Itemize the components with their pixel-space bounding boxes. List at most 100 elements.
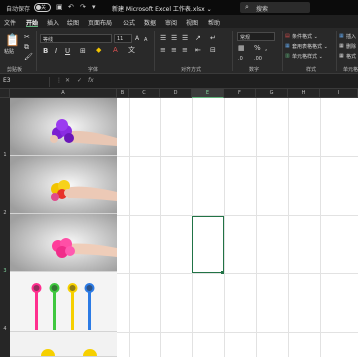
namebox-dropdown-icon[interactable]: ⋮ (56, 77, 62, 84)
tab-help[interactable]: 帮助 (208, 18, 220, 27)
insert-function-icon[interactable]: fx (88, 77, 94, 84)
name-box[interactable]: E3 (2, 77, 50, 87)
orientation-icon[interactable]: ↗ (195, 34, 201, 42)
decrease-font-icon[interactable]: A (144, 36, 147, 44)
tab-draw[interactable]: 绘图 (67, 18, 79, 27)
tab-view[interactable]: 视图 (186, 18, 198, 27)
row-header-1[interactable]: 1 (0, 152, 10, 158)
font-color-icon[interactable]: A (113, 46, 118, 54)
fill-color-icon[interactable]: ◆ (96, 46, 101, 54)
italic-icon[interactable]: I (55, 47, 57, 55)
save-icon[interactable]: ▣ (56, 3, 63, 12)
row-header-4[interactable]: 4 (0, 326, 10, 332)
align-center-icon[interactable]: ≡ (171, 46, 177, 54)
delete-cells-button[interactable]: 删除 (346, 43, 356, 50)
cut-icon[interactable]: ✂ (24, 33, 30, 41)
select-all-corner[interactable] (0, 89, 10, 98)
decrease-decimal-icon[interactable]: .00 (254, 55, 262, 63)
cell-style-button[interactable]: 单元格样式 ⌄ (292, 53, 323, 60)
toy-pens-photo[interactable] (10, 272, 117, 332)
tab-review[interactable]: 审阅 (165, 18, 177, 27)
gridline (160, 98, 161, 357)
underline-icon[interactable]: U (65, 47, 70, 55)
borders-icon[interactable]: ⊞ (80, 47, 86, 55)
column-header-d[interactable]: D (160, 89, 192, 98)
worksheet-grid[interactable] (117, 98, 358, 357)
number-format-select[interactable]: 常规 (237, 32, 275, 41)
format-cells-icon[interactable]: ▦ (339, 52, 344, 60)
format-painter-icon[interactable]: 🖌 (24, 53, 33, 61)
selected-cell[interactable] (192, 216, 224, 273)
column-header-f[interactable]: F (224, 89, 256, 98)
increase-font-icon[interactable]: A (135, 35, 139, 43)
column-header-a[interactable]: A (10, 89, 117, 98)
menu-bar: 文件 开始 插入 绘图 页面布局 公式 数据 审阅 视图 帮助 (0, 15, 358, 28)
conditional-format-icon[interactable]: ▤ (285, 32, 290, 40)
column-header-e[interactable]: E (192, 89, 224, 98)
align-right-icon[interactable]: ≡ (182, 46, 188, 54)
align-middle-icon[interactable]: ☰ (171, 34, 177, 42)
formula-input[interactable] (100, 77, 356, 87)
ribbon: 📋 粘贴 ✂ ⧉ 🖌 剪贴板 等线 11 A A B I U ⊞ ◆ A 文 字… (0, 28, 358, 74)
wrap-text-icon[interactable]: ↵ (210, 34, 216, 42)
fill-handle[interactable] (221, 271, 224, 274)
paste-label[interactable]: 粘贴 (4, 48, 14, 55)
font-name-select[interactable]: 等线 (40, 34, 112, 43)
table-format-button[interactable]: 套用表格格式 ⌄ (292, 43, 328, 50)
column-header-b[interactable]: B (117, 89, 129, 98)
column-header-g[interactable]: G (256, 89, 288, 98)
insert-cells-button[interactable]: 插入 (346, 33, 356, 40)
column-header-i[interactable]: I (320, 89, 358, 98)
comma-style-icon[interactable]: , (265, 44, 267, 52)
bold-icon[interactable]: B (43, 47, 48, 55)
align-left-icon[interactable]: ≡ (160, 46, 166, 54)
squishy-ball-photo-yellow[interactable] (10, 156, 117, 214)
format-cells-button[interactable]: 格式 (346, 53, 356, 60)
conditional-format-button[interactable]: 条件格式 ⌄ (292, 33, 318, 40)
tab-file[interactable]: 文件 (4, 18, 16, 27)
undo-icon[interactable]: ↶ (68, 3, 74, 12)
customize-icon[interactable]: ▾ (92, 3, 96, 12)
squishy-ball-photo-purple[interactable] (10, 98, 117, 156)
insert-cells-icon[interactable]: ▦ (339, 32, 344, 40)
increase-decimal-icon[interactable]: .0 (238, 55, 243, 63)
table-format-icon[interactable]: ▦ (285, 42, 290, 50)
confirm-icon[interactable]: ✓ (77, 77, 82, 84)
group-clipboard-label: 剪贴板 (7, 67, 23, 73)
phonetic-icon[interactable]: 文 (128, 46, 135, 54)
squishy-ball-photo-pink[interactable] (10, 214, 117, 272)
gridline (224, 98, 225, 357)
gridline (117, 215, 358, 216)
autosave-state: 关 (41, 5, 47, 11)
squishy-ball-photo-partial[interactable] (10, 332, 117, 357)
font-size-select[interactable]: 11 (114, 34, 132, 43)
column-headers: A B C D E F G H I (0, 89, 358, 98)
copy-icon[interactable]: ⧉ (24, 43, 29, 51)
merge-center-icon[interactable]: ⊟ (210, 46, 216, 54)
number-format-value: 常规 (240, 35, 251, 41)
tab-data[interactable]: 数据 (144, 18, 156, 27)
ribbon-separator (154, 31, 155, 71)
align-bottom-icon[interactable]: ☰ (182, 34, 188, 42)
search-box[interactable]: ⌕ 搜索 (240, 2, 310, 13)
cancel-icon[interactable]: ✕ (65, 77, 70, 84)
align-top-icon[interactable]: ☰ (160, 34, 166, 42)
active-tab-indicator (26, 26, 38, 27)
tab-formulas[interactable]: 公式 (123, 18, 135, 27)
document-title[interactable]: 新建 Microsoft Excel 工作表.xlsx ⌄ (112, 4, 212, 13)
redo-icon[interactable]: ↷ (80, 3, 86, 12)
column-header-h[interactable]: H (288, 89, 320, 98)
paste-icon[interactable]: 📋 (5, 34, 20, 46)
gridline (117, 332, 358, 333)
group-cells-label: 单元格 (343, 67, 358, 73)
indent-icon[interactable]: ⇤ (195, 46, 201, 54)
delete-cells-icon[interactable]: ▦ (339, 42, 344, 50)
column-header-c[interactable]: C (129, 89, 160, 98)
row-header-3[interactable]: 3 (0, 268, 10, 274)
cell-style-icon[interactable]: ▥ (285, 52, 290, 60)
tab-insert[interactable]: 插入 (47, 18, 59, 27)
percent-icon[interactable]: % (254, 44, 261, 52)
row-header-2[interactable]: 2 (0, 210, 10, 216)
tab-page-layout[interactable]: 页面布局 (88, 18, 112, 27)
currency-icon[interactable]: ▦ (238, 44, 245, 52)
